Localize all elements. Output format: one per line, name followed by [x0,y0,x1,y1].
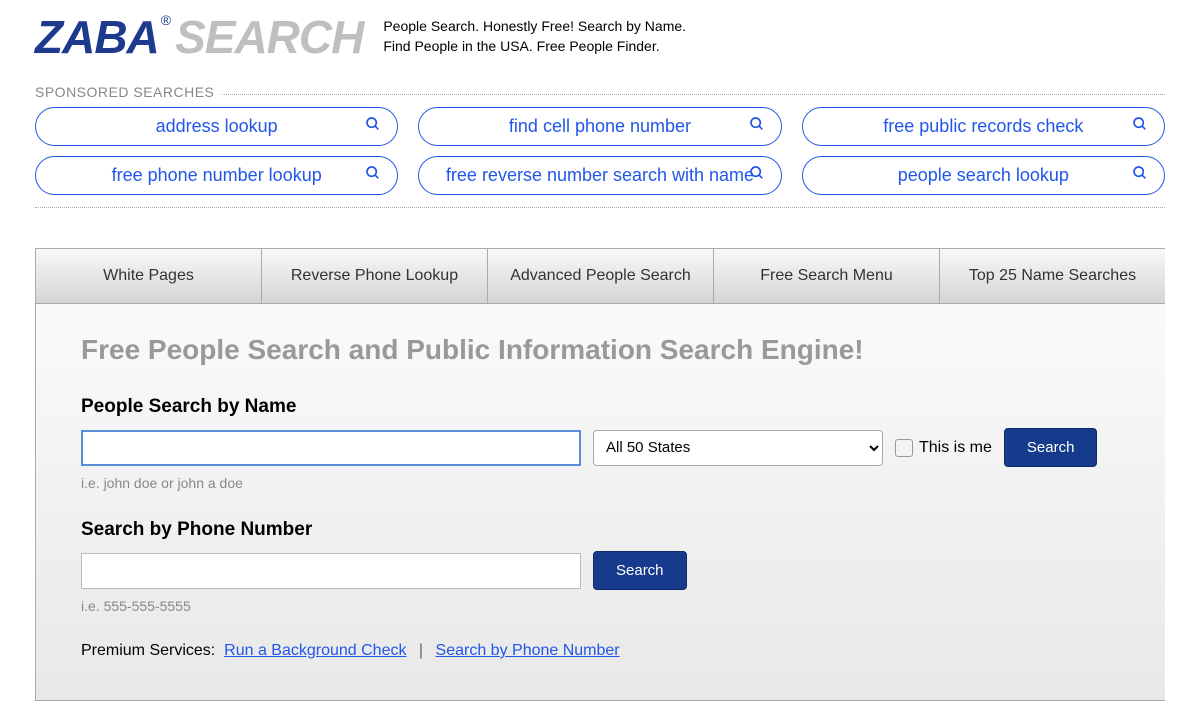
tab-advanced-search[interactable]: Advanced People Search [488,249,714,303]
search-icon [749,165,765,186]
sponsored-text: free phone number lookup [112,165,322,186]
tagline: People Search. Honestly Free! Search by … [383,17,686,56]
name-search-section: People Search by Name All 50 States This… [81,396,1120,491]
search-icon [1132,165,1148,186]
this-is-me-checkbox[interactable] [895,439,913,457]
sponsored-label: SPONSORED SEARCHES [35,84,222,100]
search-icon [1132,116,1148,137]
page-title: Free People Search and Public Informatio… [81,334,1120,366]
search-icon [365,116,381,137]
nav-tabs: White Pages Reverse Phone Lookup Advance… [36,249,1165,304]
phone-search-button[interactable]: Search [593,551,687,590]
logo[interactable]: ZABA ® SEARCH [35,10,363,64]
divider [35,207,1165,208]
logo-part1: ZABA [35,10,159,64]
name-hint: i.e. john doe or john a doe [81,475,1120,491]
tab-top-names[interactable]: Top 25 Name Searches [940,249,1165,303]
content: Free People Search and Public Informatio… [36,304,1165,700]
search-icon [749,116,765,137]
phone-search-section: Search by Phone Number Search i.e. 555-5… [81,519,1120,614]
sponsored-text: address lookup [156,116,278,137]
sponsored-item-people-search[interactable]: people search lookup [802,156,1165,195]
sponsored-item-public-records[interactable]: free public records check [802,107,1165,146]
premium-link-background-check[interactable]: Run a Background Check [224,642,406,659]
premium-separator: | [419,642,423,659]
logo-reg: ® [161,12,171,28]
state-select[interactable]: All 50 States [593,430,883,466]
logo-part2: SEARCH [175,10,363,64]
sponsored-text: people search lookup [898,165,1069,186]
tagline-line2: Find People in the USA. Free People Find… [383,37,686,57]
tab-reverse-phone[interactable]: Reverse Phone Lookup [262,249,488,303]
sponsored-section: SPONSORED SEARCHES address lookup find c… [0,84,1200,223]
tagline-line1: People Search. Honestly Free! Search by … [383,17,686,37]
sponsored-item-phone-lookup[interactable]: free phone number lookup [35,156,398,195]
sponsored-row-1: address lookup find cell phone number fr… [35,107,1165,146]
sponsored-grid: address lookup find cell phone number fr… [35,107,1165,195]
sponsored-text: find cell phone number [509,116,691,137]
header: ZABA ® SEARCH People Search. Honestly Fr… [0,0,1200,84]
sponsored-row-2: free phone number lookup free reverse nu… [35,156,1165,195]
phone-input[interactable] [81,553,581,589]
phone-hint: i.e. 555-555-5555 [81,598,1120,614]
sponsored-item-reverse-number[interactable]: free reverse number search with name [418,156,781,195]
premium-services: Premium Services: Run a Background Check… [81,642,1120,660]
this-is-me-group: This is me [895,439,992,457]
main-container: White Pages Reverse Phone Lookup Advance… [35,248,1165,701]
this-is-me-label: This is me [919,439,992,457]
search-icon [365,165,381,186]
name-input[interactable] [81,430,581,466]
phone-search-label: Search by Phone Number [81,519,1120,541]
name-search-button[interactable]: Search [1004,428,1098,467]
phone-search-row: Search [81,551,1120,590]
tab-white-pages[interactable]: White Pages [36,249,262,303]
name-search-label: People Search by Name [81,396,1120,418]
sponsored-item-address-lookup[interactable]: address lookup [35,107,398,146]
name-search-row: All 50 States This is me Search [81,428,1120,467]
premium-label: Premium Services: [81,642,215,659]
premium-link-phone-search[interactable]: Search by Phone Number [436,642,620,659]
sponsored-text: free reverse number search with name [446,165,754,186]
sponsored-text: free public records check [883,116,1083,137]
tab-free-search-menu[interactable]: Free Search Menu [714,249,940,303]
sponsored-item-cell-phone[interactable]: find cell phone number [418,107,781,146]
